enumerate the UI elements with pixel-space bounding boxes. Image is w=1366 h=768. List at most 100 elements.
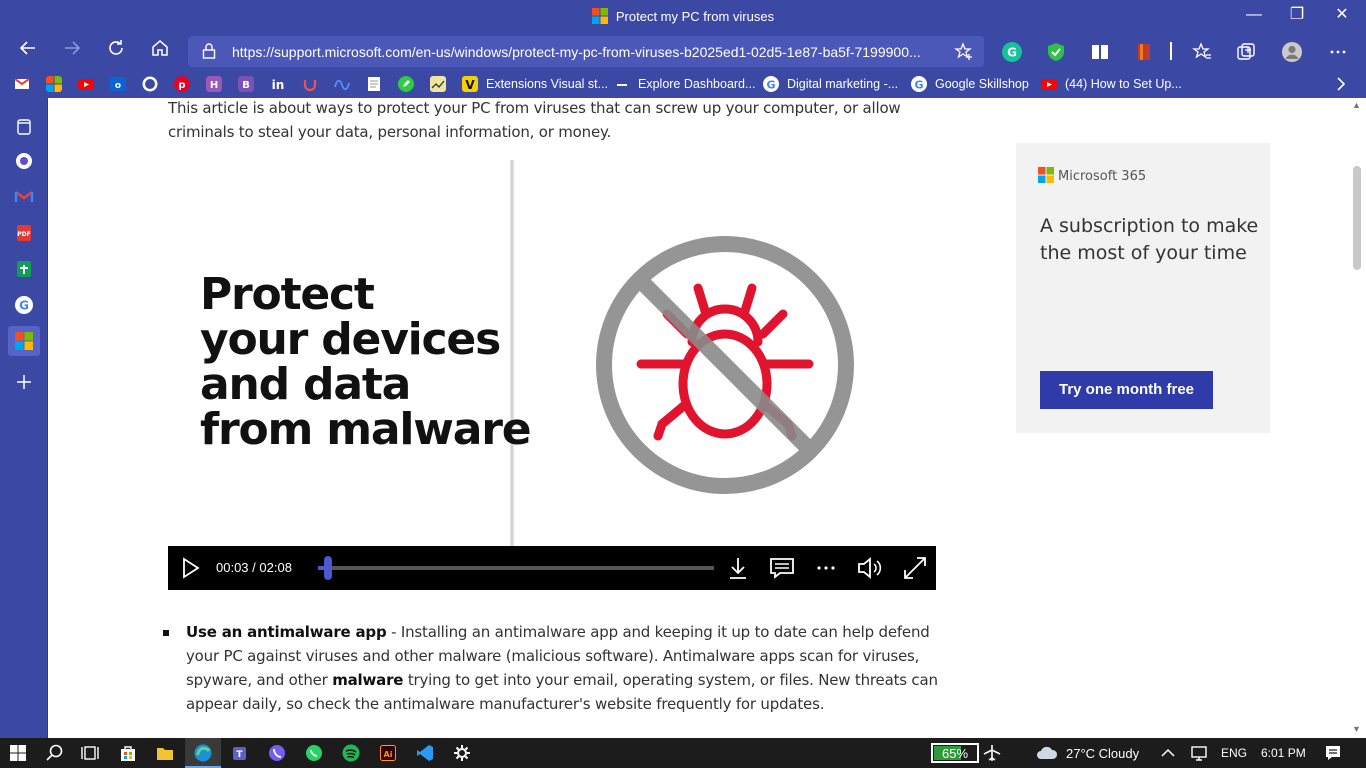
video-controls: 00:03 / 02:08 bbox=[168, 546, 936, 590]
outlook-icon[interactable]: o bbox=[110, 76, 126, 92]
intro-paragraph: This article is about ways to protect yo… bbox=[168, 99, 901, 141]
scroll-down-icon[interactable]: ▼ bbox=[1352, 724, 1361, 734]
google-icon[interactable]: G bbox=[14, 295, 34, 315]
collections-icon[interactable] bbox=[1235, 41, 1257, 63]
viber-icon[interactable] bbox=[267, 743, 287, 763]
airplane-mode-icon[interactable] bbox=[982, 743, 1002, 763]
task-view-icon[interactable] bbox=[80, 743, 100, 763]
app-circle-icon[interactable] bbox=[14, 151, 34, 171]
dashboard-icon[interactable] bbox=[614, 76, 630, 92]
meta-icon[interactable] bbox=[334, 76, 350, 92]
bullet-text: Use an antimalware app - Installing an a… bbox=[186, 620, 938, 716]
try-one-month-free-button[interactable]: Try one month free bbox=[1040, 371, 1213, 409]
no-bug-icon bbox=[596, 236, 854, 494]
youtube-icon[interactable] bbox=[1041, 76, 1057, 92]
refresh-icon bbox=[109, 40, 123, 55]
sheets-icon[interactable] bbox=[14, 259, 34, 279]
window-title: Protect my PC from viruses bbox=[0, 8, 1366, 24]
bootstrap-icon[interactable]: B bbox=[238, 76, 254, 92]
page-scrollbar[interactable]: ▲ ▼ bbox=[1348, 98, 1366, 738]
close-button[interactable]: ✕ bbox=[1319, 0, 1365, 30]
bookmark-extension-icon[interactable] bbox=[1133, 41, 1155, 63]
seek-bar[interactable] bbox=[318, 566, 714, 570]
battery-indicator[interactable]: 65% bbox=[931, 743, 979, 763]
svg-text:H: H bbox=[210, 80, 218, 91]
whatsapp-icon[interactable] bbox=[304, 743, 324, 763]
file-explorer-icon[interactable] bbox=[155, 743, 175, 763]
youtube-icon[interactable] bbox=[78, 76, 94, 92]
restore-button[interactable]: ❐ bbox=[1274, 0, 1320, 30]
language-indicator[interactable]: ENG bbox=[1221, 746, 1247, 760]
weather-text[interactable]: 27°C Cloudy bbox=[1066, 746, 1139, 761]
play-icon[interactable] bbox=[176, 554, 204, 582]
more-options-icon[interactable] bbox=[1327, 41, 1349, 63]
hashnode-icon[interactable]: H bbox=[206, 76, 222, 92]
favorites-icon[interactable] bbox=[1191, 41, 1213, 63]
teams-icon[interactable]: T bbox=[230, 743, 250, 763]
google-icon[interactable]: G bbox=[911, 76, 927, 92]
pencil-app-icon[interactable] bbox=[398, 76, 414, 92]
ad-brand: Microsoft 365 bbox=[1038, 167, 1146, 184]
document-icon[interactable] bbox=[366, 76, 382, 92]
captions-icon[interactable] bbox=[768, 554, 796, 582]
cloud-icon[interactable] bbox=[1035, 743, 1059, 763]
windows-start-icon[interactable] bbox=[8, 743, 28, 763]
edge-icon[interactable] bbox=[193, 743, 213, 763]
window-title-text: Protect my PC from viruses bbox=[615, 9, 775, 24]
address-bar[interactable]: https://support.microsoft.com/en-us/wind… bbox=[188, 36, 984, 67]
pdf-icon[interactable]: PDF bbox=[14, 223, 34, 243]
linkedin-icon[interactable]: in bbox=[270, 76, 286, 92]
notifications-icon[interactable] bbox=[1323, 743, 1343, 763]
vscode-icon[interactable] bbox=[415, 743, 435, 763]
gmail-icon[interactable] bbox=[14, 187, 34, 207]
volume-icon[interactable] bbox=[856, 554, 884, 582]
bullet-title: Use an antimalware app bbox=[186, 623, 387, 641]
bookmark-label[interactable]: Explore Dashboard... bbox=[638, 77, 755, 91]
shield-extension-icon[interactable] bbox=[1045, 41, 1067, 63]
chevron-right-icon[interactable] bbox=[1333, 76, 1349, 92]
minimize-button[interactable]: — bbox=[1231, 0, 1277, 30]
microsoft-tiles-icon[interactable] bbox=[46, 76, 62, 92]
google-icon[interactable]: G bbox=[763, 76, 779, 92]
refresh-button[interactable] bbox=[102, 38, 130, 66]
store-icon[interactable] bbox=[118, 743, 138, 763]
scroll-up-icon[interactable]: ▲ bbox=[1352, 100, 1361, 110]
svg-text:p: p bbox=[178, 80, 185, 91]
seek-handle[interactable] bbox=[323, 556, 332, 580]
illustrator-icon[interactable]: Ai bbox=[378, 743, 398, 763]
bookmark-label[interactable]: Digital marketing -... bbox=[787, 77, 898, 91]
back-button[interactable] bbox=[14, 38, 42, 66]
video-player[interactable]: Protect your devices and data from malwa… bbox=[168, 156, 936, 648]
search-icon[interactable] bbox=[45, 743, 65, 763]
profile-avatar-icon[interactable] bbox=[1281, 41, 1303, 63]
microsoft-tiles-icon[interactable] bbox=[14, 331, 34, 351]
bookmark-label[interactable]: (44) How to Set Up... bbox=[1065, 77, 1182, 91]
chart-app-icon[interactable] bbox=[430, 76, 446, 92]
network-icon[interactable] bbox=[1189, 743, 1209, 763]
reading-view-icon[interactable] bbox=[1089, 41, 1111, 63]
bookmark-label[interactable]: Google Skillshop bbox=[935, 77, 1029, 91]
fullscreen-icon[interactable] bbox=[901, 554, 929, 582]
more-options-icon[interactable] bbox=[812, 554, 840, 582]
spotify-icon[interactable] bbox=[341, 743, 361, 763]
download-icon[interactable] bbox=[724, 554, 752, 582]
home-button[interactable] bbox=[146, 38, 174, 66]
pinterest-icon[interactable]: p bbox=[174, 76, 190, 92]
forward-button[interactable] bbox=[58, 38, 86, 66]
tabs-icon[interactable] bbox=[14, 117, 34, 137]
chevron-up-icon[interactable] bbox=[1158, 743, 1178, 763]
v-bookmark-icon[interactable]: V bbox=[462, 76, 478, 92]
add-icon[interactable] bbox=[14, 372, 34, 392]
scrollbar-thumb[interactable] bbox=[1353, 166, 1361, 270]
grammarly-icon[interactable]: G bbox=[1001, 41, 1023, 63]
ad-brand-text: Microsoft 365 bbox=[1058, 169, 1147, 184]
add-favorite-icon[interactable] bbox=[954, 42, 974, 62]
svg-text:T: T bbox=[236, 750, 243, 760]
udemy-icon[interactable] bbox=[302, 76, 318, 92]
gmail-icon[interactable] bbox=[14, 76, 30, 92]
github-icon[interactable] bbox=[142, 76, 158, 92]
malware-term: malware bbox=[332, 671, 404, 689]
clock[interactable]: 6:01 PM bbox=[1261, 746, 1306, 760]
bookmark-label[interactable]: Extensions Visual st... bbox=[486, 77, 608, 91]
settings-icon[interactable] bbox=[452, 743, 472, 763]
